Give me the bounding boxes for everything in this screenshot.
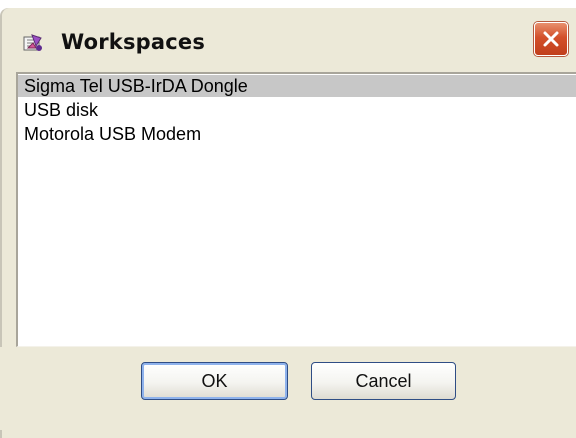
workspaces-dialog: Workspaces Sigma Tel USB-IrDA Dongle USB… (0, 0, 576, 438)
close-button[interactable] (534, 22, 568, 56)
list-item-motorola-usb-modem[interactable]: Motorola USB Modem (24, 123, 576, 145)
button-area (0, 347, 576, 430)
device-list[interactable]: Sigma Tel USB-IrDA Dongle USB disk Motor… (16, 72, 576, 347)
window-title: Workspaces (61, 30, 206, 54)
list-item-sigmatel-usb-irda-dongle[interactable]: Sigma Tel USB-IrDA Dongle (18, 75, 576, 97)
ok-button[interactable]: OK (141, 362, 288, 400)
dialog-bottom-edge (0, 425, 576, 430)
cancel-button[interactable]: Cancel (311, 362, 456, 400)
close-icon (543, 31, 559, 47)
workspaces-app-icon (22, 32, 44, 54)
list-item-usb-disk[interactable]: USB disk (24, 99, 576, 121)
